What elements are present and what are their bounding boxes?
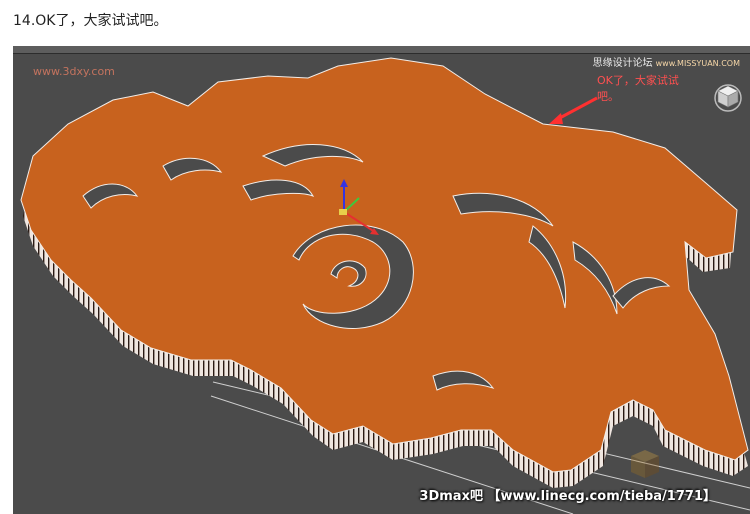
forum-logo-domain: www.MISSYUAN.COM: [655, 59, 740, 68]
viewcube-icon[interactable]: [712, 80, 744, 112]
annotation-arrow: [549, 96, 598, 124]
forum-logo-name: 思缘设计论坛: [592, 58, 653, 69]
annotation-text: OK了，大家试试吧。: [597, 74, 679, 103]
max-viewport[interactable]: www.3dxy.com 思缘设计论坛 www.MISSYUAN.COM OK了，…: [13, 46, 750, 514]
watermark-top-left: www.3dxy.com: [33, 65, 115, 78]
forum-logo: 思缘设计论坛 www.MISSYUAN.COM: [593, 54, 740, 69]
bottom-watermark: 3Dmax吧 【www.linecg.com/tieba/1771】: [419, 489, 716, 504]
step-caption: 14.OK了，大家试试吧。: [13, 13, 168, 29]
faint-cube-logo-icon: [631, 450, 659, 478]
